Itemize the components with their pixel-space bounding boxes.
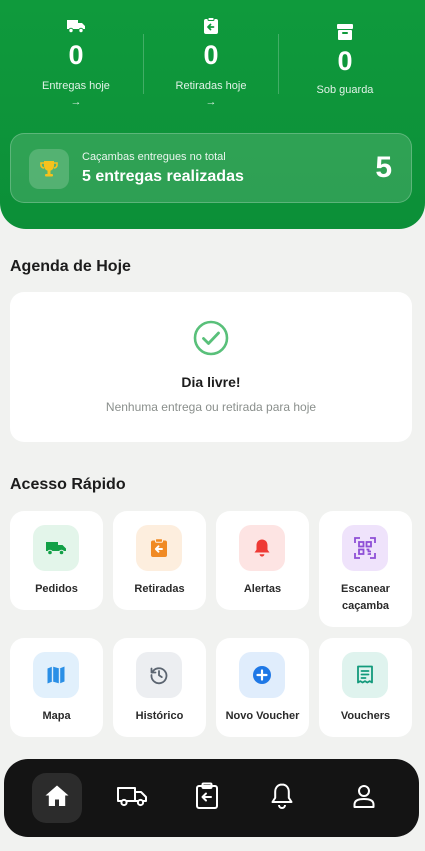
stat-sob-guarda[interactable]: 0 Sob guarda xyxy=(280,20,410,96)
stat-label: Entregas hoje xyxy=(42,80,110,92)
stat-label: Retiradas hoje xyxy=(175,80,247,92)
stat-value: 0 xyxy=(68,40,84,70)
agenda-status: Dia livre! xyxy=(181,374,241,390)
truck-icon xyxy=(33,525,79,571)
home-icon xyxy=(44,784,70,813)
map-icon xyxy=(33,652,79,698)
archive-box-icon xyxy=(280,20,410,44)
stat-value: 0 xyxy=(203,40,219,70)
quick-access-title: Acesso Rápido xyxy=(10,476,126,493)
total-headline: 5 entregas realizadas xyxy=(82,168,244,185)
agenda-card: Dia livre! Nenhuma entrega ou retirada p… xyxy=(10,292,412,442)
stat-entregas-hoje[interactable]: 0 Entregas hoje → xyxy=(11,14,141,108)
tile-label: Alertas xyxy=(243,583,282,595)
quick-pedidos-button[interactable]: Pedidos xyxy=(10,511,103,610)
quick-alertas-button[interactable]: Alertas xyxy=(216,511,309,610)
tile-label: Retiradas xyxy=(134,583,185,595)
bell-icon xyxy=(270,782,294,815)
user-icon xyxy=(352,783,376,814)
quick-escanear-button[interactable]: Escanear caçamba xyxy=(319,511,412,627)
pickup-clipboard-icon xyxy=(146,14,276,38)
bell-icon xyxy=(239,525,285,571)
tile-label: Mapa xyxy=(42,710,71,722)
quick-vouchers-button[interactable]: Vouchers xyxy=(319,638,412,737)
truck-icon xyxy=(116,784,148,813)
agenda-message: Nenhuma entrega ou retirada para hoje xyxy=(105,400,317,414)
bottom-nav xyxy=(4,759,419,837)
tile-label: Escanear caçamba xyxy=(341,583,390,612)
truck-icon xyxy=(11,14,141,38)
summary-header: 0 Entregas hoje → 0 Retiradas hoje → 0 S… xyxy=(0,0,425,229)
quick-historico-button[interactable]: Histórico xyxy=(113,638,206,737)
nav-pickups[interactable] xyxy=(182,773,232,823)
quick-novo-voucher-button[interactable]: Novo Voucher xyxy=(216,638,309,737)
stat-label: Sob guarda xyxy=(316,84,374,96)
arrow-right-icon: → xyxy=(205,96,217,108)
tile-label: Histórico xyxy=(135,710,184,722)
stat-retiradas-hoje[interactable]: 0 Retiradas hoje → xyxy=(146,14,276,108)
divider xyxy=(143,34,144,94)
divider xyxy=(278,34,279,94)
total-count: 5 xyxy=(375,151,392,184)
nav-alerts[interactable] xyxy=(257,773,307,823)
history-icon xyxy=(136,652,182,698)
arrow-right-icon: → xyxy=(70,96,82,108)
receipt-icon xyxy=(342,652,388,698)
total-deliveries-card: Caçambas entregues no total 5 entregas r… xyxy=(10,133,412,203)
nav-profile[interactable] xyxy=(339,773,389,823)
nav-deliveries[interactable] xyxy=(107,773,157,823)
nav-home[interactable] xyxy=(32,773,82,823)
trophy-icon xyxy=(29,149,69,189)
quick-mapa-button[interactable]: Mapa xyxy=(10,638,103,737)
tile-label: Pedidos xyxy=(35,583,78,595)
total-caption: Caçambas entregues no total xyxy=(82,151,226,163)
quick-retiradas-button[interactable]: Retiradas xyxy=(113,511,206,610)
tile-label: Novo Voucher xyxy=(225,710,300,722)
check-circle-icon xyxy=(193,320,229,361)
pickup-clipboard-icon xyxy=(136,525,182,571)
agenda-title: Agenda de Hoje xyxy=(10,258,131,275)
tile-label: Vouchers xyxy=(340,710,391,722)
pickup-clipboard-icon xyxy=(195,782,219,815)
qr-scan-icon xyxy=(342,525,388,571)
plus-circle-icon xyxy=(239,652,285,698)
stat-value: 0 xyxy=(337,46,353,76)
